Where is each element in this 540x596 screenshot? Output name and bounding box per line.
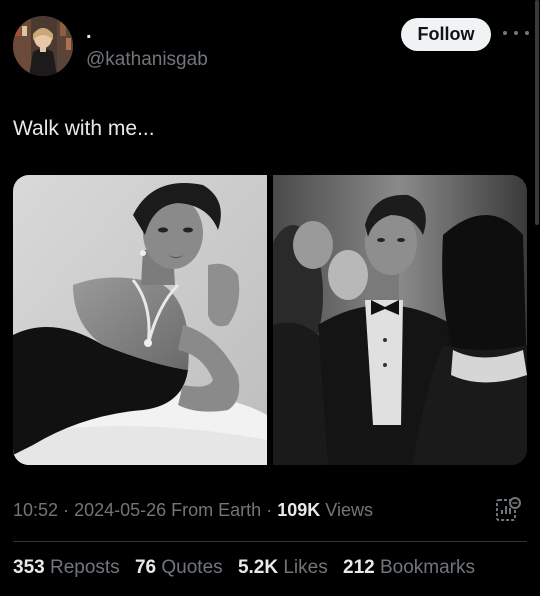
more-horizontal-icon[interactable] [503,26,529,40]
bookmarks-label: Bookmarks [379,557,476,578]
tweet-time[interactable]: 10:52 [13,500,58,520]
dot [514,31,518,35]
handle[interactable]: @kathanisgab [86,49,208,71]
tweet-location: From Earth [171,500,262,520]
tweet-stats: 353 Reposts 76 Quotes 5.2K Likes 212 Boo… [13,556,485,580]
display-name[interactable]: . [86,22,92,42]
reposts-label: Reposts [49,557,120,578]
quotes-label: Quotes [161,557,223,578]
scrollbar[interactable] [535,0,539,225]
reposts-count: 353 [13,557,45,578]
tweet-text: Walk with me... [13,117,155,140]
dot [525,31,529,35]
meta-separator: · [266,500,273,520]
media-grid [13,175,527,465]
views-count: 109K [277,500,321,520]
dot [503,31,507,35]
tweet-date[interactable]: 2024-05-26 [74,500,166,520]
tweet: . @kathanisgab Follow Walk with me... 10… [0,0,540,596]
analytics-icon[interactable] [494,496,522,524]
likes-count: 5.2K [237,557,279,578]
reposts-stat[interactable]: 353 Reposts [13,557,120,578]
likes-stat[interactable]: 5.2K Likes [238,557,328,578]
media-image-left[interactable] [13,175,267,465]
meta-separator: · [63,500,70,520]
quotes-count: 76 [134,557,157,578]
bookmarks-stat[interactable]: 212 Bookmarks [343,557,475,578]
tweet-meta: 10:52 · 2024-05-26 From Earth · 109K Vie… [13,499,373,521]
avatar[interactable] [13,16,73,76]
likes-label: Likes [283,557,328,578]
bookmarks-count: 212 [343,557,375,578]
media-image-right[interactable] [273,175,527,465]
follow-button[interactable]: Follow [401,18,491,51]
quotes-stat[interactable]: 76 Quotes [135,557,223,578]
views-label: Views [325,500,373,520]
divider [13,541,527,542]
